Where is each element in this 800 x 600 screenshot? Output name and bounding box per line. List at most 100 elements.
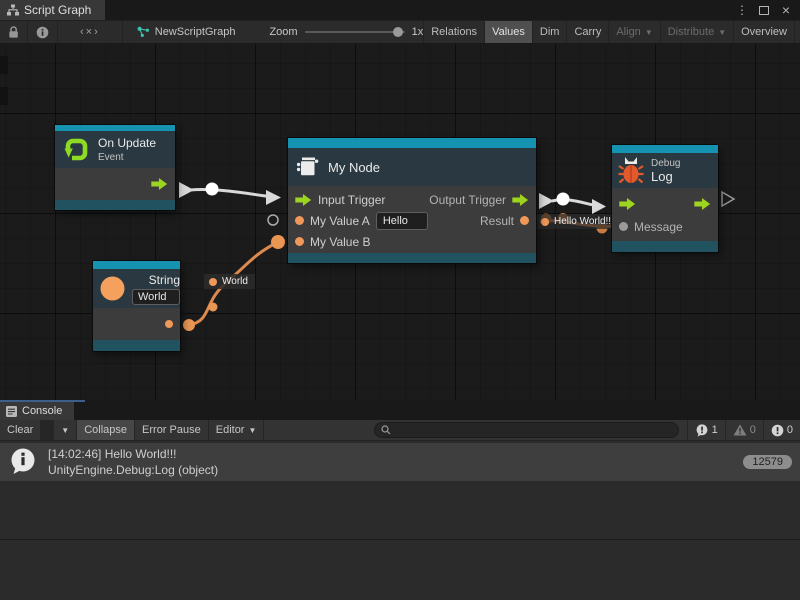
bug-icon xyxy=(618,156,644,186)
node-kicker: Debug xyxy=(651,158,680,169)
port-row xyxy=(612,192,718,216)
wire-pulse-dot xyxy=(557,193,570,206)
lock-icon xyxy=(8,26,19,39)
port-row: Input Trigger Output Trigger xyxy=(288,189,536,210)
graph-toolbar-toggles: Relations Values Dim Carry Align▼ Distri… xyxy=(423,21,800,43)
value-input-port[interactable] xyxy=(295,216,304,225)
console-log-list[interactable]: [14:02:46] Hello World!!! UnityEngine.De… xyxy=(0,441,800,539)
info-count-toggle[interactable]: 1 xyxy=(687,420,725,440)
unconnected-port-ring xyxy=(268,215,278,225)
node-header[interactable]: String xyxy=(93,269,180,308)
node-footer xyxy=(93,340,180,351)
warning-count-toggle[interactable]: 0 xyxy=(725,420,763,440)
node-footer xyxy=(612,241,718,252)
node-header[interactable]: Debug Log xyxy=(612,153,718,188)
fullscreen-button[interactable]: Full S xyxy=(794,21,800,43)
value-output-port[interactable] xyxy=(520,216,529,225)
node-accent-bar xyxy=(612,145,718,153)
node-footer xyxy=(55,200,175,210)
info-bubble-icon xyxy=(695,424,709,437)
clear-dropdown-button[interactable]: ▼ xyxy=(54,420,76,440)
collapse-button[interactable]: Collapse xyxy=(77,420,135,440)
maximize-icon[interactable] xyxy=(756,2,772,18)
graph-asset[interactable]: NewScriptGraph xyxy=(137,21,236,43)
values-button[interactable]: Values xyxy=(484,21,532,43)
continue-triangle-icon xyxy=(722,192,734,206)
error-circle-icon xyxy=(771,424,784,437)
console-list-icon xyxy=(6,406,17,417)
trigger-input-port[interactable] xyxy=(295,194,312,206)
chevron-down-icon: ▼ xyxy=(718,28,726,37)
warning-triangle-icon xyxy=(733,424,747,436)
my-value-b-label: My Value B xyxy=(310,235,370,249)
wire-value-token: Hello World!!! xyxy=(536,214,621,229)
window-menu-icon[interactable]: ⋮ xyxy=(734,2,750,18)
tab-console[interactable]: Console xyxy=(0,402,74,420)
editor-dropdown[interactable]: Editor▼ xyxy=(209,420,265,440)
chevron-down-icon: ▼ xyxy=(645,28,653,37)
node-header[interactable]: My Node xyxy=(288,148,536,186)
node-subtitle: Event xyxy=(98,152,156,163)
string-value-field[interactable] xyxy=(132,289,180,305)
lock-button[interactable] xyxy=(0,21,28,43)
graph-canvas[interactable]: World Hello World!!! On Update Event xyxy=(0,44,800,400)
dim-button[interactable]: Dim xyxy=(532,21,567,43)
zoom-slider[interactable] xyxy=(305,31,405,33)
console-detail-pane xyxy=(0,540,800,600)
zoom-control: Zoom 1x xyxy=(269,21,423,43)
code-icon: ‹×› xyxy=(80,26,100,38)
inspect-button[interactable] xyxy=(28,21,58,43)
value-dot-icon xyxy=(541,218,549,226)
port-row: Message xyxy=(612,216,718,237)
search-input[interactable] xyxy=(395,423,672,437)
trigger-input-port[interactable] xyxy=(619,198,636,210)
graph-asset-name: NewScriptGraph xyxy=(155,26,236,38)
log-info-bubble-icon xyxy=(8,447,38,477)
node-debug-log[interactable]: Debug Log Message xyxy=(612,145,718,252)
trigger-output-port[interactable] xyxy=(512,194,529,206)
align-button[interactable]: Align▼ xyxy=(608,21,659,43)
result-label: Result xyxy=(480,214,514,228)
wire-dot xyxy=(271,235,285,249)
value-output-port[interactable] xyxy=(165,320,173,328)
clear-button[interactable]: Clear xyxy=(0,420,40,440)
message-label: Message xyxy=(634,220,683,234)
trigger-output-port[interactable] xyxy=(694,198,711,210)
close-icon[interactable]: × xyxy=(778,2,794,18)
wire-pulse-dot xyxy=(206,183,219,196)
carry-button[interactable]: Carry xyxy=(566,21,608,43)
trigger-output-port[interactable] xyxy=(151,178,168,190)
console-panel: Console Clear ▼ Collapse Error Pause Edi… xyxy=(0,400,800,600)
tab-script-graph[interactable]: Script Graph xyxy=(0,0,105,20)
my-value-a-field[interactable] xyxy=(376,212,428,230)
node-body: Message xyxy=(612,188,718,241)
tab-title: Script Graph xyxy=(24,3,91,17)
value-input-port[interactable] xyxy=(619,222,628,231)
zoom-slider-handle[interactable] xyxy=(393,27,403,37)
port-row: My Value B xyxy=(288,231,536,252)
log-line-1: [14:02:46] Hello World!!! xyxy=(48,447,218,462)
unit-icon xyxy=(296,155,320,179)
log-entry-row[interactable]: [14:02:46] Hello World!!! UnityEngine.De… xyxy=(0,443,800,481)
chevron-down-icon: ▼ xyxy=(248,426,256,435)
distribute-button[interactable]: Distribute▼ xyxy=(660,21,733,43)
window-controls: ⋮ × xyxy=(734,0,800,20)
chevron-down-icon: ▼ xyxy=(61,426,69,435)
node-my-node[interactable]: My Node Input Trigger Output Trigger My … xyxy=(288,138,536,263)
error-pause-button[interactable]: Error Pause xyxy=(135,420,209,440)
node-string[interactable]: String xyxy=(93,261,180,351)
log-line-2: UnityEngine.Debug:Log (object) xyxy=(48,463,218,478)
overview-button[interactable]: Overview xyxy=(733,21,794,43)
output-trigger-label: Output Trigger xyxy=(429,193,506,207)
graph-hierarchy-icon xyxy=(7,4,19,16)
node-on-update[interactable]: On Update Event xyxy=(55,125,175,210)
node-accent-bar xyxy=(288,138,536,148)
node-header[interactable]: On Update Event xyxy=(55,131,175,168)
code-view-button[interactable]: ‹×› xyxy=(58,21,123,43)
node-accent-bar xyxy=(93,261,180,269)
error-count-toggle[interactable]: 0 xyxy=(763,420,800,440)
console-search[interactable] xyxy=(374,422,679,438)
string-literal-icon xyxy=(99,275,126,302)
relations-button[interactable]: Relations xyxy=(423,21,484,43)
value-input-port[interactable] xyxy=(295,237,304,246)
